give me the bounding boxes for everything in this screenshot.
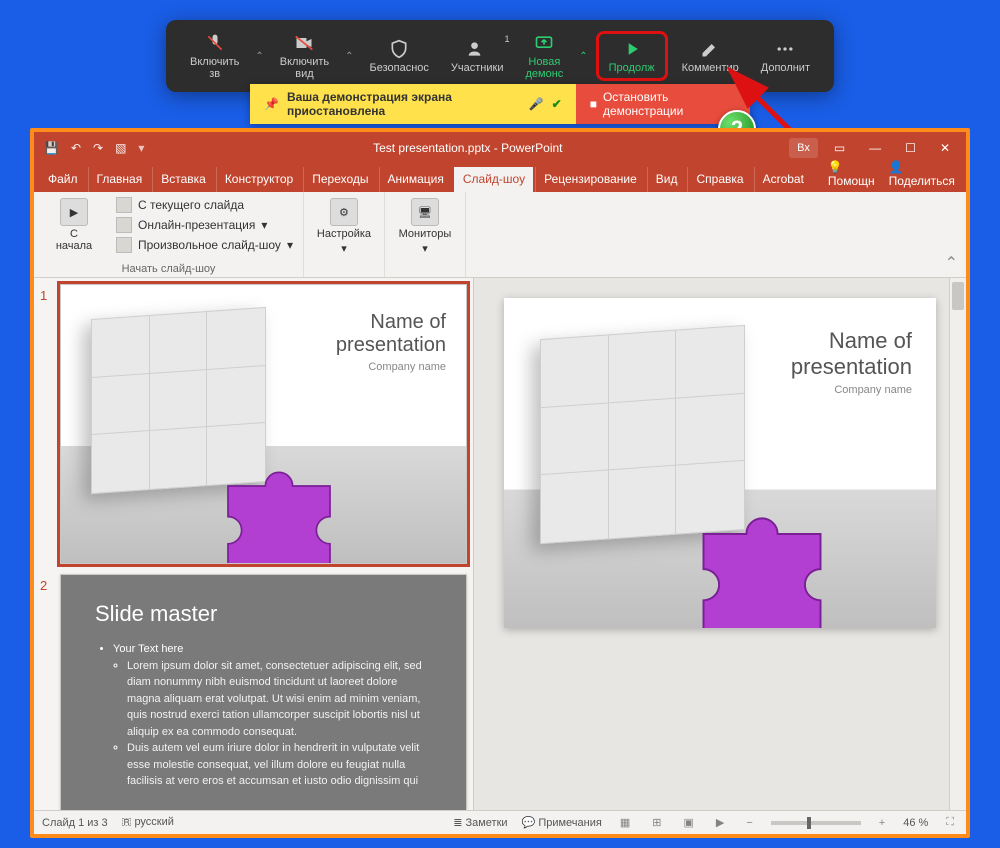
comments-toggle[interactable]: 💬 Примечания: [522, 816, 602, 829]
qat-dropdown-icon[interactable]: ▾: [138, 141, 144, 155]
zoom-toolbar: Включить зв ⌃ Включить вид ⌃ Безопаснос …: [166, 20, 834, 92]
slide-canvas[interactable]: Name ofpresentation Company name: [504, 298, 936, 628]
participants-count: 1: [504, 34, 509, 44]
pin-icon: 📌: [264, 97, 279, 111]
close-icon[interactable]: ✕: [932, 137, 958, 159]
more-button[interactable]: Дополнит: [753, 34, 818, 78]
zoom-level[interactable]: 46 %: [903, 817, 928, 829]
custom-show-icon: [116, 237, 132, 253]
thumbnail-1[interactable]: 1 Name ofprese: [40, 284, 467, 564]
chevron-down-icon: ▾: [287, 238, 293, 252]
shield-mini-icon: ✔: [552, 97, 562, 111]
zoom-out-icon[interactable]: −: [742, 815, 756, 831]
chevron-down-icon: ▾: [261, 218, 267, 232]
ribbon-display-icon[interactable]: ▭: [826, 137, 853, 159]
zoom-in-icon[interactable]: +: [875, 815, 889, 831]
monitors-button[interactable]: 🖥 Мониторы▾: [393, 196, 457, 257]
ribbon-group-setup: ⚙ Настройка▾: [304, 192, 385, 277]
status-slide: Слайд 1 из 3: [42, 817, 108, 829]
chevron-down-icon: ▾: [341, 242, 347, 255]
view-slideshow-icon[interactable]: ▶: [712, 814, 728, 831]
slide-editor[interactable]: Name ofpresentation Company name: [474, 278, 966, 810]
workarea: 1 Name ofprese: [34, 278, 966, 810]
tab-help[interactable]: Справка: [687, 167, 751, 192]
play-icon: [622, 38, 642, 60]
zoom-slider[interactable]: [771, 821, 861, 825]
video-button[interactable]: Включить вид: [272, 28, 337, 84]
view-normal-icon[interactable]: ▦: [616, 814, 634, 831]
online-icon: [116, 217, 132, 233]
banner-text: Ваша демонстрация экрана приостановлена: [287, 90, 521, 118]
status-bar: Слайд 1 из 3 🇷 русский ≣ Заметки 💬 Приме…: [34, 810, 966, 834]
from-beginning-button[interactable]: ▶ С начала: [42, 196, 106, 254]
shield-icon: [389, 38, 409, 60]
setup-button[interactable]: ⚙ Настройка▾: [312, 196, 376, 257]
tab-view[interactable]: Вид: [647, 167, 686, 192]
from-current-icon: [116, 197, 132, 213]
tell-me[interactable]: 💡 Помощн: [828, 160, 875, 188]
powerpoint-window: 💾 ↶ ↷ ▧ ▾ Test presentation.pptx - Power…: [30, 128, 970, 838]
setup-icon: ⚙: [330, 198, 358, 226]
ribbon-body: ▶ С начала С текущего слайда Онлайн-през…: [34, 192, 966, 278]
share-screen-icon: [534, 32, 554, 54]
share-paused-banner: 📌 Ваша демонстрация экрана приостановлен…: [250, 84, 576, 124]
zoom-status-bar: 📌 Ваша демонстрация экрана приостановлен…: [250, 84, 750, 124]
monitors-icon: 🖥: [411, 198, 439, 226]
online-present-button[interactable]: Онлайн-презентация ▾: [114, 216, 295, 234]
share-button[interactable]: 👤 Поделиться: [889, 160, 955, 188]
stop-icon: ■: [590, 97, 597, 111]
ribbon-group-start: ▶ С начала С текущего слайда Онлайн-през…: [34, 192, 304, 277]
status-lang[interactable]: 🇷 русский: [122, 816, 174, 829]
editor-scrollbar[interactable]: [949, 278, 966, 810]
undo-icon[interactable]: ↶: [71, 141, 81, 155]
people-icon: [467, 38, 487, 60]
from-beginning-icon: ▶: [60, 198, 88, 226]
fit-window-icon[interactable]: ⛶: [942, 814, 958, 831]
microphone-muted-icon: [205, 32, 225, 54]
video-chevron[interactable]: ⌃: [343, 51, 355, 62]
thumbnail-2[interactable]: 2 Slide master Your Text here Lorem ipsu…: [40, 574, 467, 810]
mic-muted-mini-icon: 🎤: [529, 97, 544, 111]
tab-review[interactable]: Рецензирование: [535, 167, 645, 192]
tab-insert[interactable]: Вставка: [152, 167, 214, 192]
quick-access-toolbar: 💾 ↶ ↷ ▧ ▾: [34, 141, 154, 155]
thumbnails-pane[interactable]: 1 Name ofprese: [34, 278, 474, 810]
tab-home[interactable]: Главная: [88, 167, 151, 192]
mute-chevron[interactable]: ⌃: [253, 51, 265, 62]
security-button[interactable]: Безопаснос: [362, 34, 437, 78]
comment-button[interactable]: Комментир: [674, 34, 747, 78]
participants-button[interactable]: 1 Участники: [443, 34, 512, 78]
tab-slideshow[interactable]: Слайд-шоу: [454, 167, 533, 192]
view-reading-icon[interactable]: ▣: [679, 814, 697, 831]
chevron-down-icon: ▾: [422, 242, 428, 255]
ribbon-tabs: Файл Главная Вставка Конструктор Переход…: [34, 164, 966, 192]
slideshow-qat-icon[interactable]: ▧: [115, 141, 126, 155]
group-label-start: Начать слайд-шоу: [42, 261, 295, 275]
collapse-ribbon-icon[interactable]: ⌃: [945, 253, 958, 273]
minimize-icon[interactable]: —: [861, 137, 889, 159]
save-icon[interactable]: 💾: [44, 141, 59, 155]
tab-animation[interactable]: Анимация: [379, 167, 452, 192]
notes-toggle[interactable]: ≣ Заметки: [453, 816, 507, 829]
new-share-button[interactable]: Новая демонс: [517, 28, 571, 84]
camera-off-icon: [294, 32, 314, 54]
ellipsis-icon: [775, 38, 795, 60]
mute-button[interactable]: Включить зв: [182, 28, 247, 84]
tab-file[interactable]: Файл: [40, 167, 86, 192]
tab-design[interactable]: Конструктор: [216, 167, 301, 192]
custom-show-button[interactable]: Произвольное слайд-шоу ▾: [114, 236, 295, 254]
from-current-button[interactable]: С текущего слайда: [114, 196, 295, 214]
signin-button[interactable]: Вх: [789, 138, 818, 158]
share-chevron[interactable]: ⌃: [577, 51, 589, 62]
tab-acrobat[interactable]: Acrobat: [754, 167, 812, 192]
tab-transitions[interactable]: Переходы: [303, 167, 376, 192]
ribbon-group-monitors: 🖥 Мониторы▾: [385, 192, 466, 277]
window-title: Test presentation.pptx - PowerPoint: [154, 141, 781, 155]
redo-icon[interactable]: ↷: [93, 141, 103, 155]
view-sorter-icon[interactable]: ⊞: [648, 814, 665, 831]
pencil-icon: [700, 38, 720, 60]
continue-button[interactable]: Продолж: [596, 31, 668, 81]
maximize-icon[interactable]: ☐: [897, 137, 924, 159]
